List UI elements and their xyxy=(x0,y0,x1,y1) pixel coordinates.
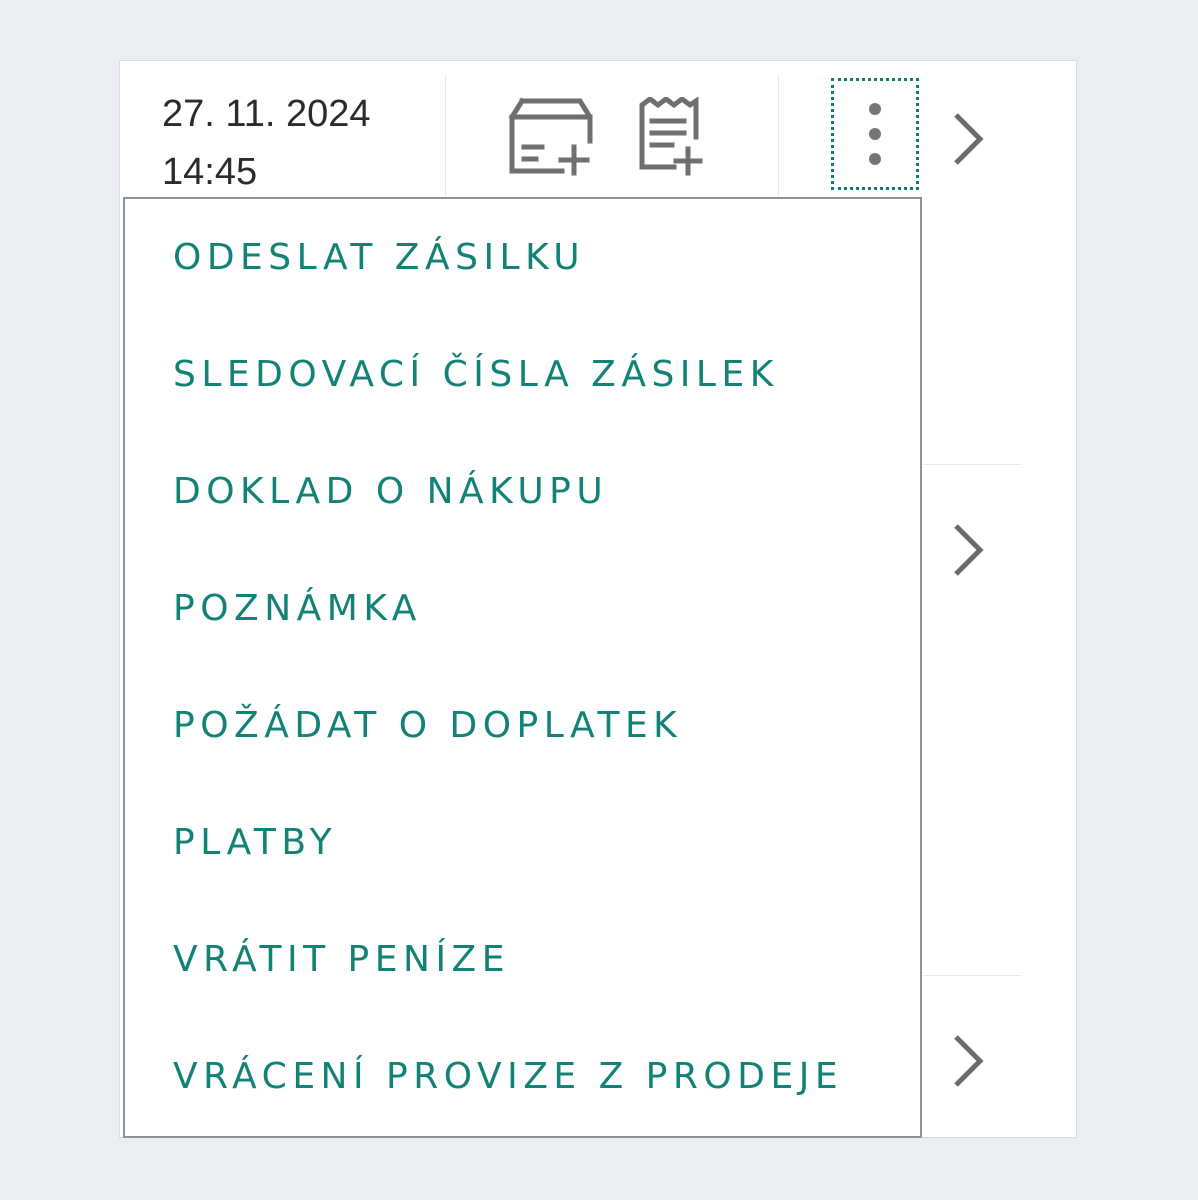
row-divider xyxy=(923,975,1021,976)
menu-item-note[interactable]: POZNÁMKA xyxy=(173,588,422,629)
column-divider xyxy=(445,75,446,199)
menu-item-refund[interactable]: VRÁTIT PENÍZE xyxy=(173,939,510,980)
chevron-right-icon xyxy=(954,524,984,576)
order-time: 14:45 xyxy=(162,151,258,193)
more-actions-button[interactable] xyxy=(831,78,919,190)
package-add-icon xyxy=(508,97,593,176)
order-date: 27. 11. 2024 xyxy=(162,93,371,135)
row-expand-button[interactable] xyxy=(946,111,986,172)
menu-item-payments[interactable]: PLATBY xyxy=(173,822,337,863)
add-shipment-button[interactable] xyxy=(508,97,596,182)
actions-dropdown-menu: ODESLAT ZÁSILKU SLEDOVACÍ ČÍSLA ZÁSILEK … xyxy=(123,197,922,1138)
order-datetime: 27. 11. 2024 14:45 xyxy=(162,85,370,201)
column-divider xyxy=(778,75,779,199)
chevron-right-icon xyxy=(954,1035,984,1087)
menu-item-request-surcharge[interactable]: POŽÁDAT O DOPLATEK xyxy=(173,705,682,746)
more-vertical-icon xyxy=(869,103,881,165)
row-expand-button[interactable] xyxy=(946,522,986,583)
add-receipt-button[interactable] xyxy=(638,95,708,182)
menu-item-commission-refund[interactable]: VRÁCENÍ PROVIZE Z PRODEJE xyxy=(173,1056,843,1097)
menu-item-purchase-receipt[interactable]: DOKLAD O NÁKUPU xyxy=(173,471,608,512)
menu-item-send-shipment[interactable]: ODESLAT ZÁSILKU xyxy=(173,237,585,278)
row-expand-button[interactable] xyxy=(946,1033,986,1094)
chevron-right-icon xyxy=(954,113,984,165)
menu-item-tracking-numbers[interactable]: SLEDOVACÍ ČÍSLA ZÁSILEK xyxy=(173,354,779,395)
receipt-add-icon xyxy=(639,95,703,176)
row-divider xyxy=(923,464,1021,465)
